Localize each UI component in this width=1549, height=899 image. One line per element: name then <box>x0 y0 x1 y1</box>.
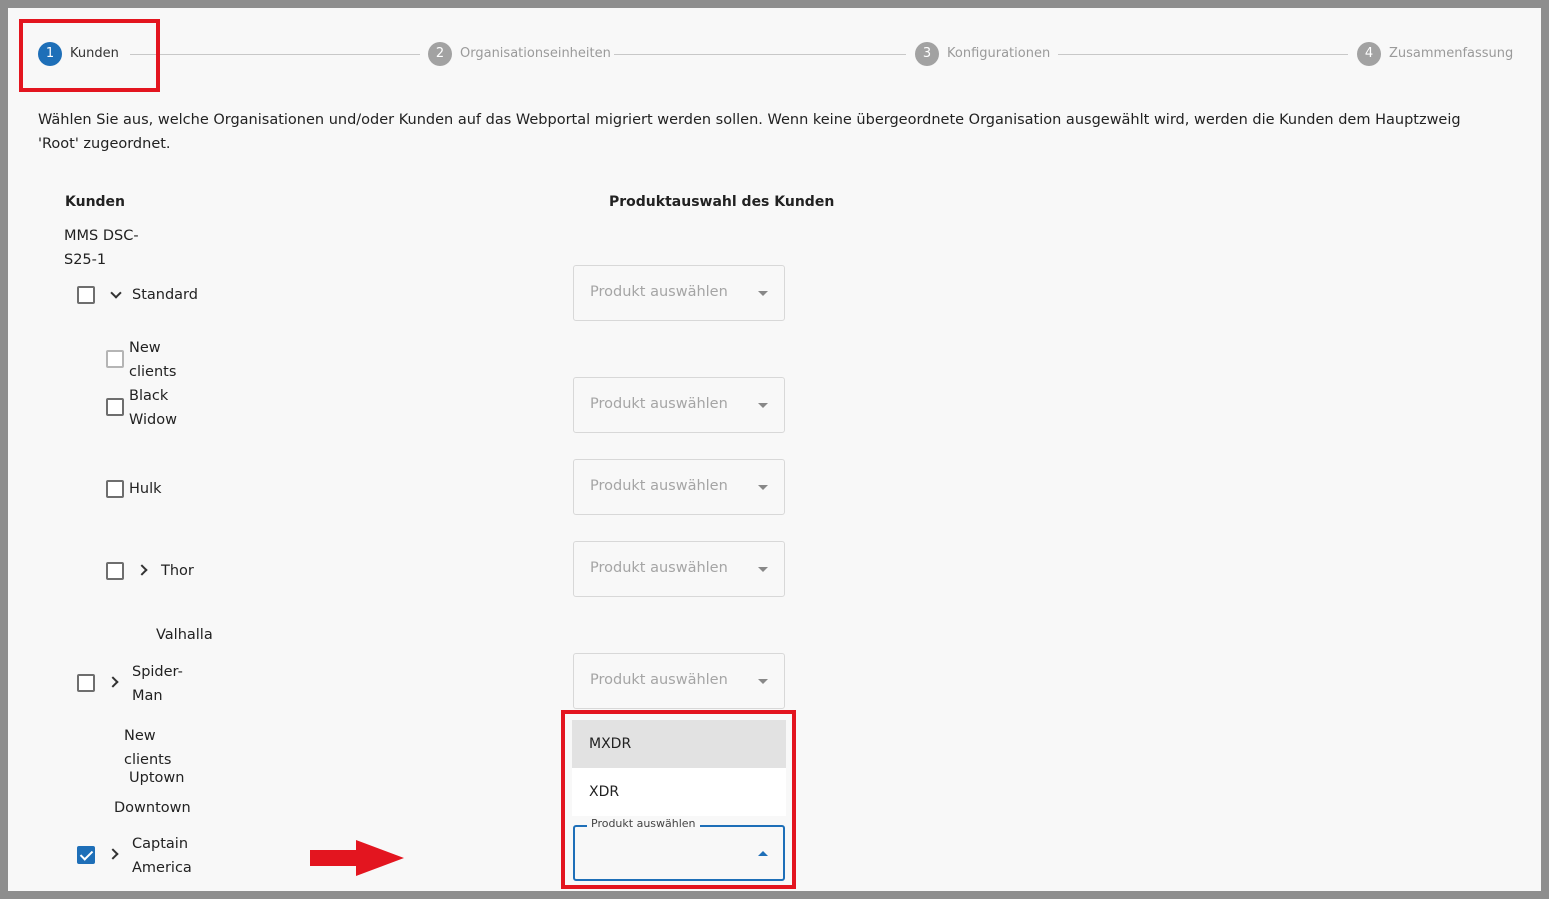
tree-item-captain-america: Captain America <box>132 832 192 880</box>
tree-item-line: America <box>132 860 192 876</box>
tree-item-valhalla: Valhalla <box>156 627 213 643</box>
tree-item-line: New <box>124 728 156 744</box>
tree-item-line: New <box>129 340 161 356</box>
caret-down-icon <box>758 485 768 490</box>
tree-item-black-widow: Black Widow <box>129 384 177 432</box>
product-select-spider-man[interactable]: Produkt auswählen <box>573 653 785 709</box>
arrow-right-icon <box>310 840 404 876</box>
select-placeholder: Produkt auswählen <box>590 478 728 494</box>
chevron-right-icon[interactable] <box>107 848 119 860</box>
product-select-thor[interactable]: Produkt auswählen <box>573 541 785 597</box>
spider-man-checkbox[interactable] <box>77 674 95 692</box>
caret-down-icon <box>758 567 768 572</box>
chevron-right-icon[interactable] <box>107 676 119 688</box>
black-widow-checkbox[interactable] <box>106 398 124 416</box>
tree-item-hulk: Hulk <box>129 481 162 497</box>
tree-root-label: MMS DSC- S25-1 <box>64 224 139 272</box>
step-label: Konfigurationen <box>947 46 1051 61</box>
step-number: 2 <box>428 42 452 66</box>
tree-item-thor: Thor <box>161 563 194 579</box>
hulk-checkbox[interactable] <box>106 480 124 498</box>
select-placeholder: Produkt auswählen <box>590 672 728 688</box>
select-placeholder: Produkt auswählen <box>590 560 728 576</box>
app-frame: 1 Kunden 2 Organisationseinheiten 3 Konf… <box>8 8 1541 891</box>
tree-root-line: MMS DSC- <box>64 228 139 244</box>
tree-item-line: Man <box>132 688 163 704</box>
step-zusammenfassung[interactable]: 4 Zusammenfassung <box>1355 42 1515 66</box>
step-konfigurationen[interactable]: 3 Konfigurationen <box>913 42 1053 66</box>
tree-root-line: S25-1 <box>64 252 107 268</box>
step-number: 3 <box>915 42 939 66</box>
product-select-standard[interactable]: Produkt auswählen <box>573 265 785 321</box>
standard-checkbox[interactable] <box>77 286 95 304</box>
captain-america-checkbox[interactable] <box>77 846 95 864</box>
tree-item-line: Widow <box>129 412 177 428</box>
stepper-connector <box>1058 54 1348 55</box>
tree-item-new-clients: New clients <box>129 336 176 384</box>
step-highlight-box <box>19 19 160 92</box>
tree-item-line: Captain <box>132 836 189 852</box>
caret-down-icon <box>758 403 768 408</box>
tree-item-line: clients <box>129 364 177 380</box>
tree-item-spider-man: Spider- Man <box>132 660 183 708</box>
step-number: 4 <box>1357 42 1381 66</box>
stepper-connector <box>130 54 420 55</box>
caret-down-icon <box>758 679 768 684</box>
product-select-hulk[interactable]: Produkt auswählen <box>573 459 785 515</box>
tree-item-downtown: Downtown <box>114 800 191 816</box>
caret-down-icon <box>758 291 768 296</box>
tree-item-line: Black <box>129 388 169 404</box>
product-column-header: Produktauswahl des Kunden <box>609 194 835 210</box>
step-label: Zusammenfassung <box>1389 46 1514 61</box>
instructions-text: Wählen Sie aus, welche Organisationen un… <box>38 112 1461 152</box>
step-organisationseinheiten[interactable]: 2 Organisationseinheiten <box>426 42 616 66</box>
product-select-black-widow[interactable]: Produkt auswählen <box>573 377 785 433</box>
new-clients-checkbox[interactable] <box>106 350 124 368</box>
dropdown-highlight-box <box>561 710 796 889</box>
stepper-connector <box>614 54 906 55</box>
chevron-down-icon[interactable] <box>110 287 122 299</box>
select-placeholder: Produkt auswählen <box>590 396 728 412</box>
select-placeholder: Produkt auswählen <box>590 284 728 300</box>
tree-item-new-clients: New clients <box>124 724 171 772</box>
tree-item-uptown: Uptown <box>129 770 185 786</box>
step-label: Organisationseinheiten <box>460 46 611 61</box>
thor-checkbox[interactable] <box>106 562 124 580</box>
tree-item-line: Spider- <box>132 664 183 680</box>
customers-column-header: Kunden <box>65 194 126 210</box>
chevron-right-icon[interactable] <box>136 564 148 576</box>
tree-item-standard: Standard <box>132 287 198 303</box>
